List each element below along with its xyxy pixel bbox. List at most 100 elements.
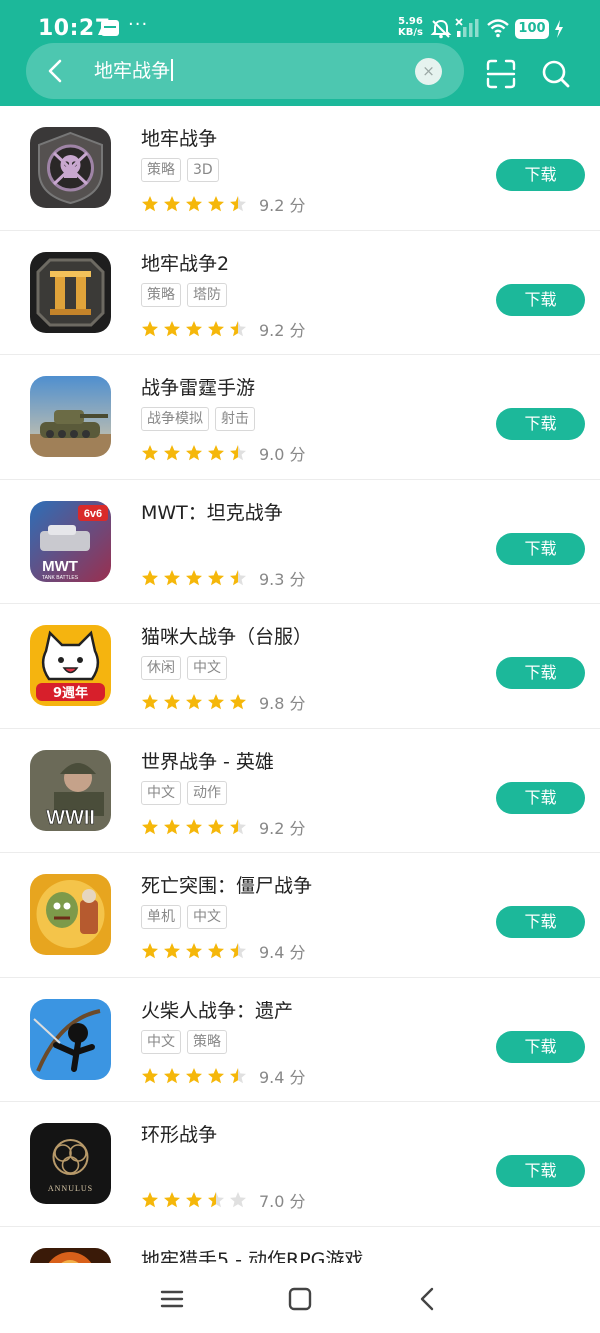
app-name[interactable]: 世界战争 - 英雄 — [141, 747, 274, 774]
app-name[interactable]: 死亡突围：僵尸战争 — [141, 871, 312, 898]
star-icon — [164, 1192, 180, 1208]
app-icon[interactable]: WWII — [30, 749, 111, 831]
app-name[interactable]: 猫咪大战争（台服） — [141, 622, 312, 649]
app-list-item[interactable]: 地牢战争2 策略 塔防 9.2 分 下载 — [0, 231, 600, 355]
app-tag: 单机 — [141, 905, 181, 929]
app-icon[interactable]: 6v6 MWT TANK BATTLES — [30, 500, 111, 582]
home-icon[interactable] — [286, 1285, 314, 1313]
star-icon — [142, 1192, 158, 1208]
app-list-item[interactable]: WWII 世界战争 - 英雄 中文 动作 9.2 分 下载 — [0, 729, 600, 853]
app-icon[interactable] — [30, 1247, 111, 1263]
star-icon — [208, 445, 224, 461]
star-icon — [208, 694, 224, 710]
app-icon[interactable] — [30, 127, 111, 208]
download-button[interactable]: 下载 — [496, 408, 585, 440]
app-icon[interactable] — [30, 251, 111, 333]
star-icon — [230, 569, 246, 585]
app-name[interactable]: 环形战争 — [141, 1120, 217, 1147]
star-icon — [164, 694, 180, 710]
app-tags: 策略 3D — [141, 158, 225, 182]
app-list-item[interactable]: 地牢战争策略 3D 9.2 分 下载 — [0, 106, 600, 231]
star-icon — [142, 943, 158, 959]
app-name[interactable]: 地牢战争2 — [141, 249, 229, 276]
download-button[interactable]: 下载 — [496, 159, 585, 191]
download-button[interactable]: 下载 — [496, 1155, 585, 1187]
app-name[interactable]: 火柴人战争：遗产 — [141, 996, 293, 1023]
star-icon — [164, 196, 180, 212]
charging-icon — [555, 20, 563, 38]
app-score: 9.3 分 — [259, 569, 306, 589]
download-button[interactable]: 下载 — [496, 906, 585, 938]
back-arrow-icon[interactable] — [40, 55, 72, 87]
signal-icon — [455, 18, 479, 37]
app-rating: 9.4 分 — [141, 1064, 306, 1087]
app-score: 9.2 分 — [259, 320, 306, 340]
star-icon — [186, 1192, 202, 1208]
download-button[interactable]: 下载 — [496, 781, 585, 814]
download-button[interactable]: 下载 — [496, 657, 585, 689]
notification-icon — [101, 20, 119, 36]
star-icon — [230, 1192, 246, 1208]
star-icon — [208, 1067, 224, 1083]
header: 10:27 ··· 5.96 KB/s 100 地牢战争 × — [0, 0, 600, 106]
star-icon — [230, 445, 246, 461]
download-button[interactable]: 下载 — [496, 1030, 585, 1063]
star-icon — [164, 943, 180, 959]
app-list-item[interactable]: 6v6 MWT TANK BATTLES MWT：坦克战争 9.3 分 下载 — [0, 480, 600, 604]
app-name[interactable]: 战争雷霆手游 — [141, 373, 255, 400]
svg-text:9週年: 9週年 — [53, 685, 88, 701]
star-icon — [230, 1067, 246, 1083]
svg-text:6v6: 6v6 — [84, 508, 102, 520]
app-score: 9.2 分 — [259, 196, 306, 215]
app-name[interactable]: 地牢猎手5 - 动作RPG游戏 — [141, 1245, 363, 1264]
clock: 10:27 — [38, 16, 111, 41]
search-input[interactable]: 地牢战争 — [94, 57, 173, 85]
app-tag: 中文 — [141, 1029, 181, 1054]
app-name[interactable]: 地牢战争 — [141, 124, 217, 151]
download-button[interactable]: 下载 — [496, 532, 585, 565]
star-icon — [164, 569, 180, 585]
app-tag: 策略 — [141, 158, 181, 182]
app-list-item[interactable]: 死亡突围：僵尸战争 单机 中文 9.4 分 下载 — [0, 853, 600, 978]
star-icon — [208, 818, 224, 834]
navigation-bar — [0, 1263, 600, 1333]
app-list-item[interactable]: 地牢猎手5 - 动作RPG游戏 — [0, 1227, 600, 1264]
star-icon — [208, 569, 224, 585]
more-notifications-icon: ··· — [128, 14, 149, 35]
app-name[interactable]: MWT：坦克战争 — [141, 498, 283, 525]
app-icon[interactable]: 9週年 — [30, 625, 111, 706]
search-icon[interactable] — [540, 58, 572, 90]
app-icon[interactable]: ANNULUS — [30, 1123, 111, 1204]
search-results-list[interactable]: 地牢战争 策略 3D 9.2 分下载 地牢战争2 策略 塔防 9.2 分下载 战争雷霆手游战… — [0, 106, 600, 1263]
app-icon[interactable] — [30, 998, 111, 1080]
search-box[interactable]: 地牢战争 × — [26, 43, 464, 99]
app-list-item[interactable]: ANNULUS 环形战争 7.0 分 下载 — [0, 1102, 600, 1227]
menu-icon[interactable] — [158, 1285, 186, 1313]
star-icon — [230, 694, 246, 710]
app-icon[interactable] — [30, 874, 111, 955]
download-button[interactable]: 下载 — [496, 283, 585, 316]
star-icon — [164, 445, 180, 461]
back-icon[interactable] — [414, 1285, 442, 1313]
wifi-icon — [487, 19, 509, 38]
star-icon — [142, 694, 158, 710]
star-icon — [164, 818, 180, 834]
app-score: 9.4 分 — [259, 1067, 306, 1087]
app-tag: 策略 — [141, 282, 181, 307]
app-rating: 9.2 分 — [141, 815, 306, 838]
network-speed: 5.96 KB/s — [398, 16, 423, 38]
star-icon — [142, 445, 158, 461]
app-list-item[interactable]: 9週年 猫咪大战争（台服） 休闲 中文 9.8 分 下载 — [0, 604, 600, 729]
app-list-item[interactable]: 战争雷霆手游 战争模拟 射击 9.0 分下载 — [0, 355, 600, 480]
scan-icon[interactable] — [485, 58, 517, 90]
app-score: 7.0 分 — [259, 1192, 306, 1211]
svg-text:MWT: MWT — [42, 558, 78, 575]
text-cursor — [171, 59, 173, 81]
star-icon — [230, 196, 246, 212]
star-icon — [186, 445, 202, 461]
app-list-item[interactable]: 火柴人战争：遗产 中文 策略 9.4 分 下载 — [0, 978, 600, 1102]
network-speed-value: 5.96 — [398, 16, 423, 27]
clear-search-button[interactable]: × — [415, 58, 442, 85]
app-icon[interactable] — [30, 376, 111, 457]
star-icon — [230, 320, 246, 336]
